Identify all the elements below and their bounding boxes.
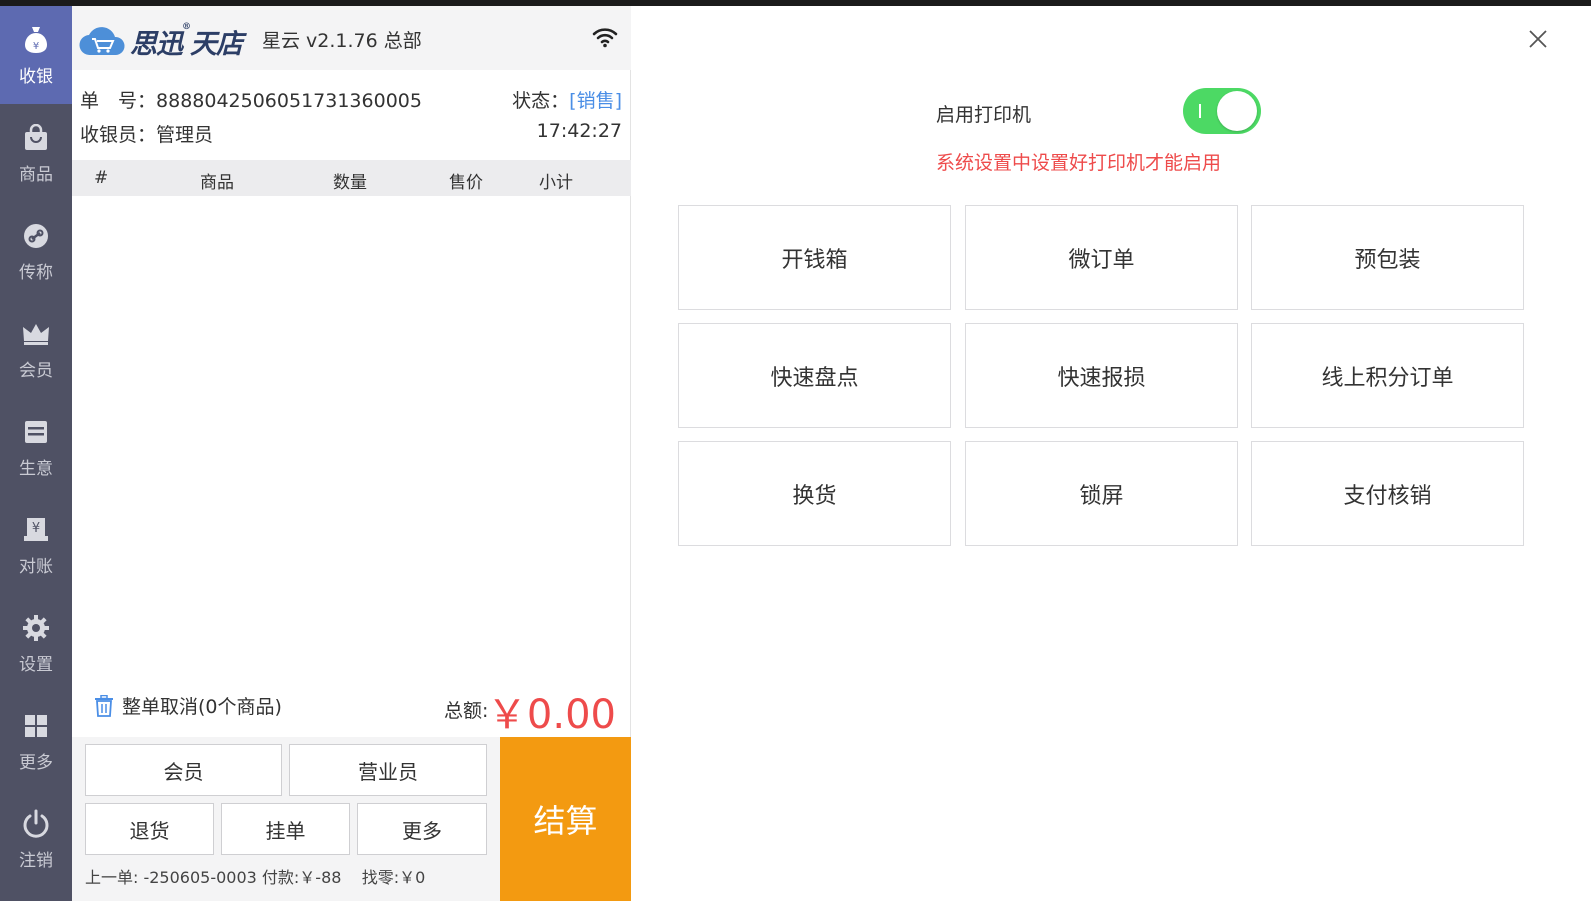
column-header-index: # xyxy=(94,168,109,188)
prepackage-button[interactable]: 预包装 xyxy=(1251,205,1524,310)
total-label: 总额: xyxy=(444,700,489,722)
column-header-price: 售价 xyxy=(449,173,483,193)
close-icon[interactable] xyxy=(1527,28,1549,50)
checkout-button[interactable]: 结算 xyxy=(500,737,631,901)
sidebar-item-label: 商品 xyxy=(19,165,53,185)
order-panel: 思迅®天店 星云 v2.1.76 总部 单 号：8888042506051731… xyxy=(72,6,631,901)
more-button[interactable]: 更多 xyxy=(357,803,487,855)
online-points-order-button[interactable]: 线上积分订单 xyxy=(1251,323,1524,428)
exchange-button[interactable]: 换货 xyxy=(678,441,951,546)
sidebar-item-settings[interactable]: 设置 xyxy=(0,594,72,692)
sidebar-item-logout[interactable]: 注销 xyxy=(0,790,72,888)
sidebar-item-label: 会员 xyxy=(19,361,53,381)
sidebar-item-label: 更多 xyxy=(19,753,53,773)
printer-toggle[interactable] xyxy=(1183,88,1261,134)
status-badge: [销售] xyxy=(569,90,622,112)
logo-text: 思迅®天店 xyxy=(130,22,243,60)
power-icon xyxy=(20,808,52,840)
payment-verify-button[interactable]: 支付核销 xyxy=(1251,441,1524,546)
quick-loss-report-button[interactable]: 快速报损 xyxy=(965,323,1238,428)
column-header-quantity: 数量 xyxy=(333,173,367,193)
total-amount: ￥0.00 xyxy=(486,692,616,738)
cancel-order-button[interactable]: 整单取消(0个商品) xyxy=(94,692,282,719)
function-panel: 启用打印机 系统设置中设置好打印机才能启用 开钱箱 微订单 预包装 快速盘点 快… xyxy=(632,6,1591,901)
money-bag-icon: ¥ xyxy=(20,24,52,56)
order-number: 单 号：8888042506051731360005 xyxy=(80,90,422,112)
column-header-product: 商品 xyxy=(200,173,234,193)
sidebar-item-label: 生意 xyxy=(19,459,53,479)
shopping-bag-icon xyxy=(20,122,52,154)
version-label: 星云 v2.1.76 总部 xyxy=(262,30,422,52)
open-cash-drawer-button[interactable]: 开钱箱 xyxy=(678,205,951,310)
sidebar-item-reconcile[interactable]: ¥ 对账 xyxy=(0,496,72,594)
quick-stocktake-button[interactable]: 快速盘点 xyxy=(678,323,951,428)
sidebar: ¥ 收银 商品 传称 会员 生意 ¥ 对账 设置 更多 注销 xyxy=(0,6,72,901)
member-button[interactable]: 会员 xyxy=(85,744,282,796)
lock-screen-button[interactable]: 锁屏 xyxy=(965,441,1238,546)
salesperson-button[interactable]: 营业员 xyxy=(289,744,487,796)
sidebar-item-scale[interactable]: 传称 xyxy=(0,202,72,300)
printer-toggle-label: 启用打印机 xyxy=(936,104,1032,126)
crown-icon xyxy=(20,318,52,350)
sidebar-item-label: 注销 xyxy=(19,851,53,871)
sidebar-item-label: 设置 xyxy=(19,655,53,675)
sidebar-item-label: 收银 xyxy=(19,67,53,87)
svg-text:¥: ¥ xyxy=(33,41,39,52)
column-header-subtotal: 小计 xyxy=(539,173,573,193)
svg-text:¥: ¥ xyxy=(32,521,40,536)
link-icon xyxy=(20,220,52,252)
hold-order-button[interactable]: 挂单 xyxy=(221,803,350,855)
order-status: 状态：[销售] xyxy=(512,90,622,112)
sidebar-item-more[interactable]: 更多 xyxy=(0,692,72,790)
order-time: 17:42:27 xyxy=(536,120,622,142)
toggle-on-mark xyxy=(1199,104,1201,118)
ledger-icon xyxy=(20,416,52,448)
header: 思迅®天店 星云 v2.1.76 总部 xyxy=(72,6,631,70)
cart-cloud-icon xyxy=(79,26,125,55)
micro-order-button[interactable]: 微订单 xyxy=(965,205,1238,310)
item-table-header: # 商品 数量 售价 小计 xyxy=(72,160,631,196)
cashier-info: 收银员：管理员 xyxy=(80,124,214,146)
sidebar-item-cashier[interactable]: ¥ 收银 xyxy=(0,6,72,104)
sidebar-item-products[interactable]: 商品 xyxy=(0,104,72,202)
gear-icon xyxy=(20,612,52,644)
wifi-icon xyxy=(592,28,618,48)
sidebar-item-label: 传称 xyxy=(19,263,53,283)
toggle-knob xyxy=(1217,91,1257,131)
sidebar-item-business[interactable]: 生意 xyxy=(0,398,72,496)
cancel-order-label: 整单取消(0个商品) xyxy=(122,696,282,718)
brand-logo: 思迅®天店 xyxy=(78,22,243,61)
last-order-info: 上一单: -250605-0003 付款:￥-88 找零:￥0 xyxy=(85,868,426,887)
return-button[interactable]: 退货 xyxy=(85,803,214,855)
sidebar-item-member[interactable]: 会员 xyxy=(0,300,72,398)
trash-icon xyxy=(95,694,113,717)
reconcile-icon: ¥ xyxy=(20,514,52,546)
printer-hint: 系统设置中设置好打印机才能启用 xyxy=(936,152,1222,174)
sidebar-item-label: 对账 xyxy=(19,557,53,577)
grid-icon xyxy=(20,710,52,742)
